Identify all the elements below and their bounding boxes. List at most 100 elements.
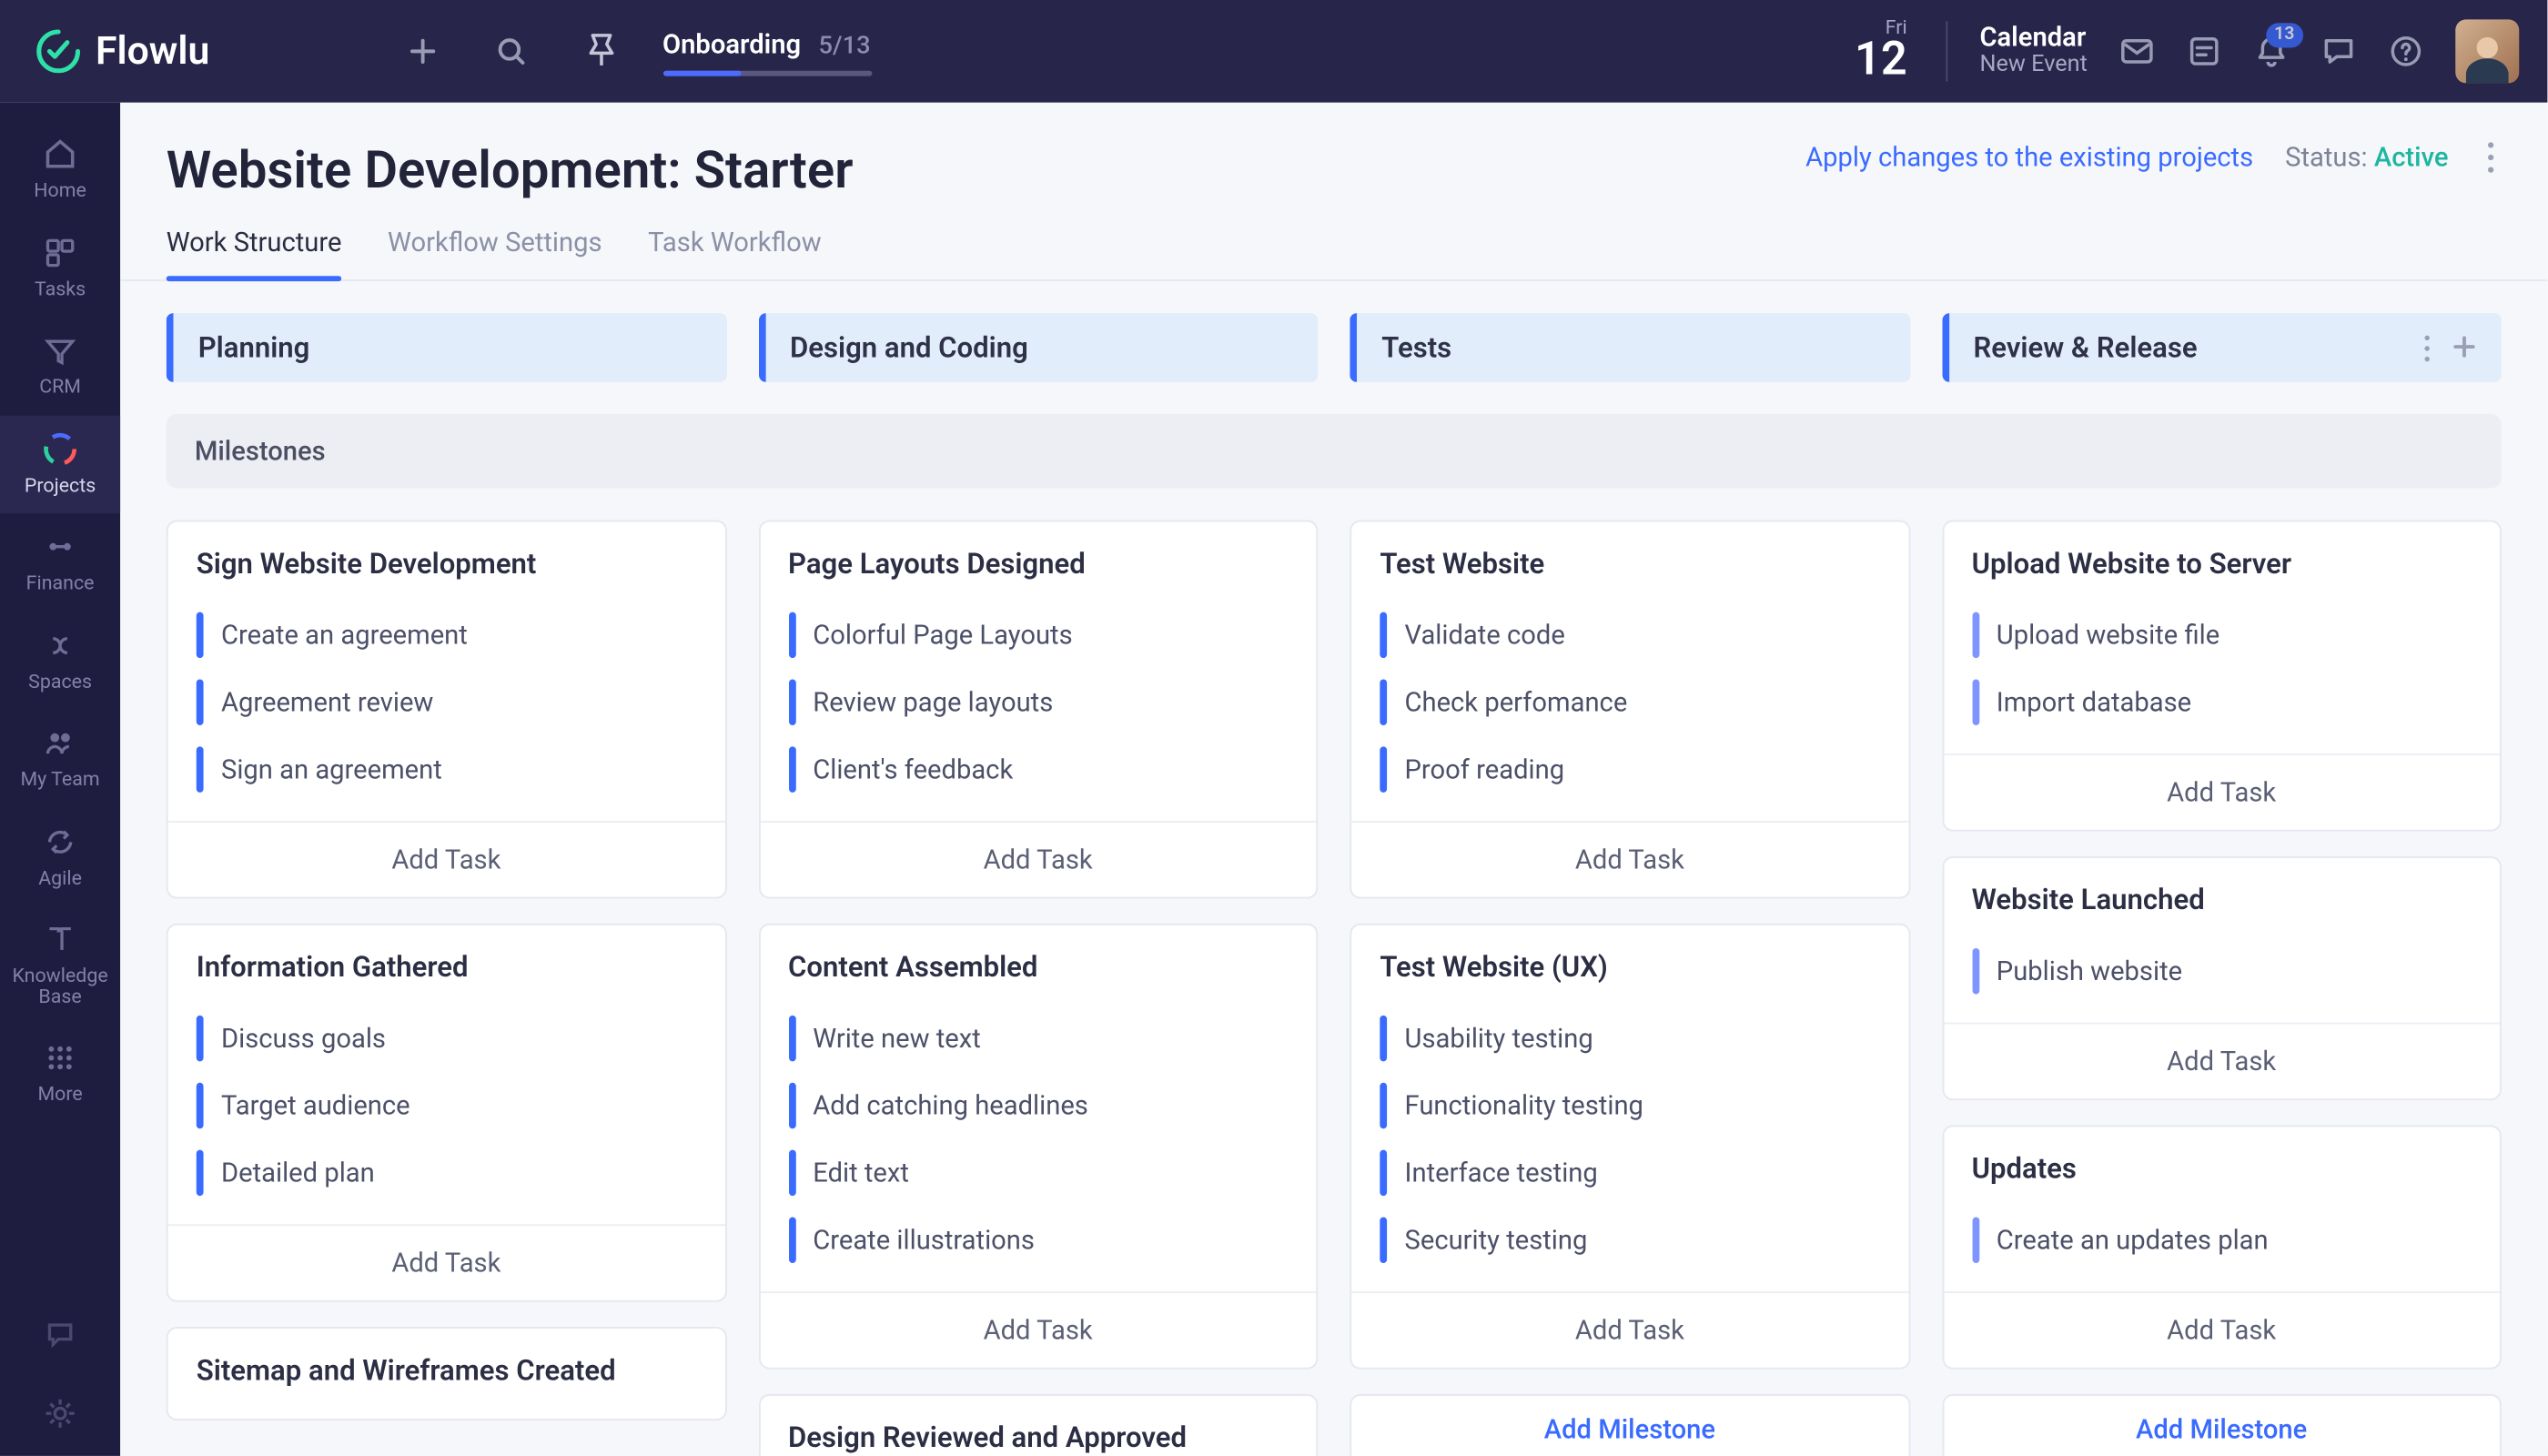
- task-row[interactable]: Import database: [1972, 669, 2472, 736]
- card-title: Test Website (UX): [1380, 950, 1879, 984]
- rail-item-myteam[interactable]: My Team: [0, 710, 120, 808]
- milestone-card[interactable]: Website LaunchedPublish websiteAdd Task: [1942, 856, 2502, 1100]
- rail-item-knowledge[interactable]: Knowledge Base: [0, 906, 120, 1025]
- add-task-button[interactable]: Add Task: [1943, 1291, 2499, 1368]
- tab-workflow-settings[interactable]: Workflow Settings: [388, 227, 602, 279]
- add-task-button[interactable]: Add Task: [760, 1291, 1316, 1368]
- task-row[interactable]: Colorful Page Layouts: [788, 602, 1288, 669]
- pin-icon[interactable]: [581, 32, 621, 71]
- milestone-card[interactable]: UpdatesCreate an updates planAdd Task: [1942, 1125, 2502, 1369]
- task-row[interactable]: Edit text: [788, 1139, 1288, 1207]
- separator: [1946, 21, 1948, 81]
- calendar-block[interactable]: Calendar New Event: [1979, 23, 2087, 80]
- milestone-card[interactable]: Content AssembledWrite new textAdd catch…: [758, 924, 1318, 1370]
- add-task-button[interactable]: Add Task: [760, 821, 1316, 897]
- task-row[interactable]: Usability testing: [1380, 1005, 1879, 1072]
- add-task-button[interactable]: Add Task: [1943, 753, 2499, 830]
- card-title: Test Website: [1380, 547, 1879, 581]
- rail-item-home[interactable]: Home: [0, 120, 120, 218]
- rail-item-more[interactable]: More: [0, 1025, 120, 1123]
- milestones-row[interactable]: Milestones: [167, 414, 2502, 489]
- task-row[interactable]: Add catching headlines: [788, 1072, 1288, 1139]
- task-bar: [197, 679, 204, 725]
- date-block[interactable]: Fri 12: [1855, 17, 1907, 86]
- task-row[interactable]: Interface testing: [1380, 1139, 1879, 1207]
- milestone-card[interactable]: Design Reviewed and Approved: [758, 1394, 1318, 1456]
- rail-item-finance[interactable]: Finance: [0, 513, 120, 612]
- add-milestone-button[interactable]: Add Milestone: [1350, 1394, 1909, 1456]
- rail-item-agile[interactable]: Agile: [0, 808, 120, 906]
- milestone-card[interactable]: Test Website (UX) Usability testing Functi…: [1350, 924, 1909, 1370]
- task-bar: [1380, 1016, 1387, 1062]
- task-row[interactable]: Create an agreement: [197, 602, 696, 669]
- task-row[interactable]: Validate code: [1380, 602, 1879, 669]
- onboarding-bar: [662, 70, 871, 76]
- add-task-button[interactable]: Add Task: [1943, 1023, 2499, 1099]
- avatar[interactable]: [2455, 19, 2519, 83]
- rail-item-projects[interactable]: Projects: [0, 415, 120, 513]
- tab-work-structure[interactable]: Work Structure: [167, 227, 342, 279]
- task-row[interactable]: Client's feedback: [788, 736, 1288, 804]
- task-label: Security testing: [1405, 1224, 1588, 1256]
- milestone-card[interactable]: Information GatheredDiscuss goalsTarget …: [167, 924, 726, 1302]
- add-task-button[interactable]: Add Task: [168, 821, 724, 897]
- milestone-card[interactable]: Page Layouts DesignedColorful Page Layou…: [758, 521, 1318, 899]
- add-task-button[interactable]: Add Task: [1351, 821, 1907, 897]
- add-milestone-button[interactable]: Add Milestone: [1942, 1394, 2502, 1456]
- note-icon[interactable]: [2187, 34, 2222, 69]
- chat-icon[interactable]: [2321, 34, 2357, 69]
- task-label: Target audience: [221, 1090, 410, 1122]
- column-add-icon[interactable]: [2452, 333, 2476, 361]
- column: Page Layouts DesignedColorful Page Layou…: [758, 521, 1318, 1456]
- task-row[interactable]: Check perfomance: [1380, 669, 1879, 736]
- add-task-button[interactable]: Add Task: [1351, 1291, 1907, 1368]
- task-label: Functionality testing: [1405, 1090, 1643, 1122]
- settings-icon[interactable]: [43, 1396, 78, 1431]
- task-row[interactable]: Create an updates plan: [1972, 1207, 2472, 1274]
- task-bar: [197, 1150, 204, 1197]
- milestone-card[interactable]: Test Website Validate codeCheck perfomanc…: [1350, 521, 1909, 899]
- column-menu-icon[interactable]: [2423, 333, 2431, 361]
- board: Planning Design and Coding Tests Review & R…: [120, 281, 2547, 1456]
- rail-item-spaces[interactable]: Spaces: [0, 612, 120, 710]
- task-row[interactable]: Agreement review: [197, 669, 696, 736]
- task-row[interactable]: Publish website: [1972, 937, 2472, 1005]
- task-row[interactable]: Upload website file: [1972, 602, 2472, 669]
- add-task-button[interactable]: Add Task: [168, 1224, 724, 1300]
- column-title: Review & Release: [1974, 331, 2198, 365]
- onboarding-progress[interactable]: Onboarding 5/13: [662, 27, 871, 75]
- task-row[interactable]: Discuss goals: [197, 1005, 696, 1072]
- column-header[interactable]: Design and Coding: [758, 313, 1318, 382]
- task-row[interactable]: Security testing: [1380, 1207, 1879, 1274]
- mail-icon[interactable]: [2119, 34, 2155, 69]
- search-icon[interactable]: [492, 34, 528, 69]
- task-row[interactable]: Functionality testing: [1380, 1072, 1879, 1139]
- rail-item-crm[interactable]: CRM: [0, 317, 120, 415]
- milestone-card[interactable]: Sitemap and Wireframes Created: [167, 1327, 726, 1421]
- task-row[interactable]: Target audience: [197, 1072, 696, 1139]
- page-menu-icon[interactable]: [2480, 142, 2501, 174]
- rail-item-tasks[interactable]: Tasks: [0, 218, 120, 317]
- apply-changes-link[interactable]: Apply changes to the existing projects: [1805, 142, 2253, 174]
- milestone-card[interactable]: Upload Website to ServerUpload website f…: [1942, 521, 2502, 832]
- task-row[interactable]: Sign an agreement: [197, 736, 696, 804]
- calendar-title: Calendar: [1979, 23, 2087, 54]
- brand-logo[interactable]: Flowlu: [0, 28, 209, 75]
- task-row[interactable]: Create illustrations: [788, 1207, 1288, 1274]
- column-header[interactable]: Review & Release: [1942, 313, 2502, 382]
- bell-icon[interactable]: 13: [2254, 34, 2290, 69]
- task-row[interactable]: Write new text: [788, 1005, 1288, 1072]
- task-row[interactable]: Proof reading: [1380, 736, 1879, 804]
- help-icon[interactable]: [2388, 34, 2423, 69]
- task-row[interactable]: Detailed plan: [197, 1139, 696, 1207]
- task-row[interactable]: Review page layouts: [788, 669, 1288, 736]
- home-icon: [41, 135, 80, 174]
- column-header[interactable]: Planning: [167, 313, 726, 382]
- crm-icon: [41, 331, 80, 370]
- milestone-card[interactable]: Sign Website DevelopmentCreate an agreem…: [167, 521, 726, 899]
- column-header[interactable]: Tests: [1350, 313, 1909, 382]
- add-icon[interactable]: [404, 34, 440, 69]
- tab-task-workflow[interactable]: Task Workflow: [648, 227, 822, 279]
- column: Sign Website DevelopmentCreate an agreem…: [167, 521, 726, 1456]
- chat-bubble-icon[interactable]: [43, 1318, 78, 1353]
